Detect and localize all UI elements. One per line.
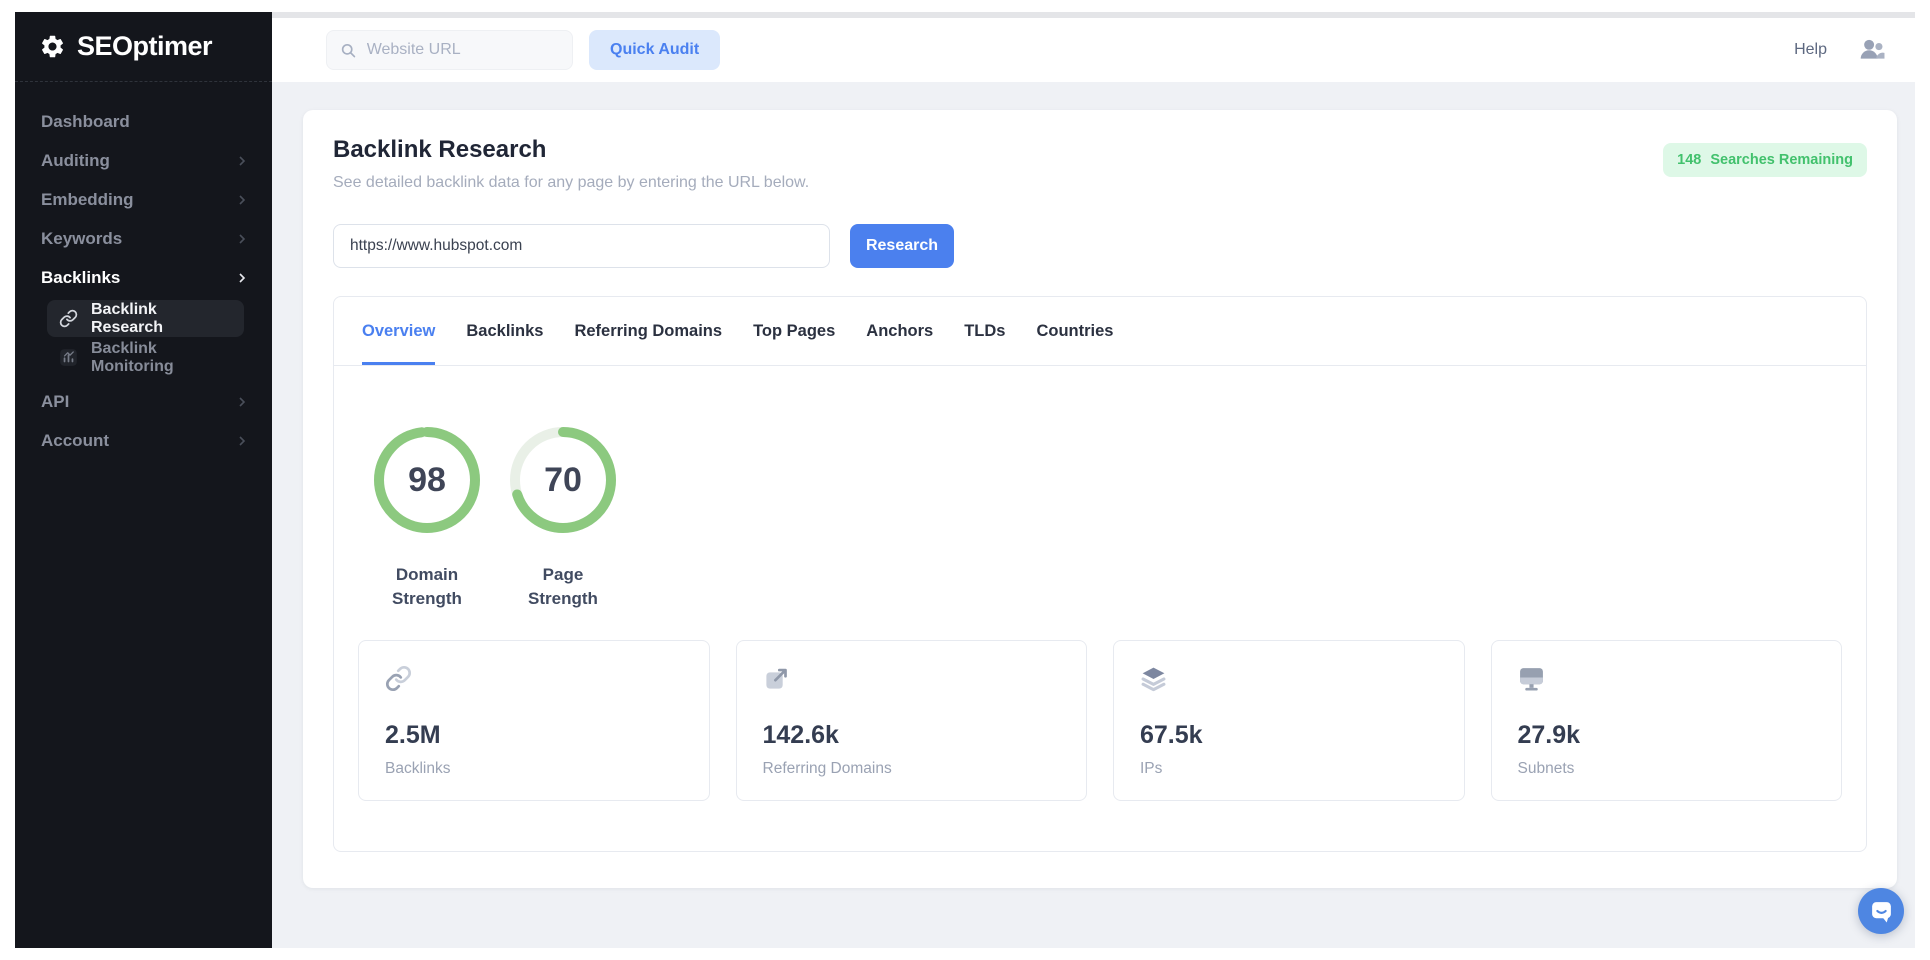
chevron-right-icon (234, 270, 250, 286)
gauge-label: Page Strength (506, 563, 620, 611)
page-strength-gauge: 70 Page Strength (506, 423, 620, 611)
sidebar-item-backlinks[interactable]: Backlinks (15, 258, 272, 297)
sidebar-item-label: Dashboard (41, 112, 130, 132)
tab-referring-domains[interactable]: Referring Domains (574, 297, 722, 365)
stat-label: Subnets (1518, 760, 1816, 778)
sidebar-item-embedding[interactable]: Embedding (15, 180, 272, 219)
research-button[interactable]: Research (850, 224, 954, 268)
link-icon (59, 309, 78, 328)
url-input[interactable] (333, 224, 830, 268)
app-window: SEOptimer Dashboard Auditing Embedding K… (0, 0, 1930, 960)
stat-value: 2.5M (385, 721, 683, 750)
stat-label: Backlinks (385, 760, 683, 778)
sidebar-item-label: Auditing (41, 151, 110, 171)
chevron-right-icon (234, 433, 250, 449)
brand-logo[interactable]: SEOptimer (15, 12, 272, 82)
backlinks-subnav: Backlink Research Backlink Monitoring (15, 297, 272, 382)
tab-overview[interactable]: Overview (362, 297, 435, 365)
gauge-value: 70 (506, 423, 620, 537)
sidebar-item-label: Keywords (41, 229, 122, 249)
stat-card-subnets: 27.9k Subnets (1491, 640, 1843, 801)
website-url-search[interactable] (326, 30, 573, 70)
quick-audit-button[interactable]: Quick Audit (589, 30, 720, 70)
stat-card-backlinks: 2.5M Backlinks (358, 640, 710, 801)
sidebar-item-label: API (41, 392, 69, 412)
chat-bubble-icon (1869, 899, 1894, 924)
stat-cards: 2.5M Backlinks 142.6k Referring Domains … (334, 640, 1866, 801)
chevron-right-icon (234, 153, 250, 169)
domain-strength-gauge: 98 Domain Strength (370, 423, 484, 611)
page-title: Backlink Research (333, 136, 1867, 164)
layers-icon (1140, 665, 1167, 692)
sidebar-item-account[interactable]: Account (15, 421, 272, 460)
sidebar-item-label: Embedding (41, 190, 134, 210)
page-subtitle: See detailed backlink data for any page … (333, 174, 1867, 192)
sidebar-item-backlink-monitoring[interactable]: Backlink Monitoring (47, 339, 244, 376)
sidebar-nav: Dashboard Auditing Embedding Keywords Ba… (15, 82, 272, 460)
search-icon (340, 41, 357, 60)
tab-top-pages[interactable]: Top Pages (753, 297, 835, 365)
link-icon (385, 665, 412, 692)
searches-remaining-badge: 148 Searches Remaining (1663, 143, 1867, 177)
gauge-label: Domain Strength (370, 563, 484, 611)
brand-name: SEOptimer (77, 31, 212, 62)
badge-label: Searches Remaining (1710, 152, 1853, 168)
stat-value: 27.9k (1518, 721, 1816, 750)
users-icon[interactable] (1857, 35, 1887, 65)
main-area: Quick Audit Help Backlink Research See d… (272, 12, 1915, 948)
sidebar-item-backlink-research[interactable]: Backlink Research (47, 300, 244, 337)
stat-value: 67.5k (1140, 721, 1438, 750)
tabs-bar: Overview Backlinks Referring Domains Top… (334, 297, 1866, 366)
chevron-right-icon (234, 231, 250, 247)
sidebar-item-api[interactable]: API (15, 382, 272, 421)
strength-gauges: 98 Domain Strength 70 Page Strength (334, 366, 1866, 611)
sidebar: SEOptimer Dashboard Auditing Embedding K… (15, 12, 272, 948)
tab-countries[interactable]: Countries (1036, 297, 1113, 365)
monitor-icon (1518, 665, 1545, 692)
stat-label: IPs (1140, 760, 1438, 778)
results-box: Overview Backlinks Referring Domains Top… (333, 296, 1867, 852)
external-link-icon (763, 665, 790, 692)
badge-count: 148 (1677, 152, 1701, 168)
stat-card-ips: 67.5k IPs (1113, 640, 1465, 801)
topbar: Quick Audit Help (272, 18, 1915, 82)
stat-label: Referring Domains (763, 760, 1061, 778)
sidebar-item-auditing[interactable]: Auditing (15, 141, 272, 180)
stat-value: 142.6k (763, 721, 1061, 750)
stat-card-referring-domains: 142.6k Referring Domains (736, 640, 1088, 801)
search-input[interactable] (367, 41, 559, 59)
sidebar-item-dashboard[interactable]: Dashboard (15, 102, 272, 141)
topbar-right: Help (1794, 35, 1887, 65)
chat-widget-button[interactable] (1858, 888, 1904, 934)
gear-logo-icon (39, 33, 66, 60)
sidebar-item-label: Account (41, 431, 109, 451)
chart-icon (59, 348, 78, 367)
chevron-right-icon (234, 394, 250, 410)
tab-backlinks[interactable]: Backlinks (466, 297, 543, 365)
help-link[interactable]: Help (1794, 41, 1827, 59)
sub-item-label: Backlink Monitoring (91, 340, 232, 376)
tab-tlds[interactable]: TLDs (964, 297, 1005, 365)
gauge-value: 98 (370, 423, 484, 537)
sidebar-item-keywords[interactable]: Keywords (15, 219, 272, 258)
url-row: Research (333, 224, 1867, 268)
tab-anchors[interactable]: Anchors (866, 297, 933, 365)
backlink-research-panel: Backlink Research See detailed backlink … (303, 110, 1897, 888)
chevron-right-icon (234, 192, 250, 208)
sidebar-item-label: Backlinks (41, 268, 120, 288)
sub-item-label: Backlink Research (91, 301, 232, 337)
